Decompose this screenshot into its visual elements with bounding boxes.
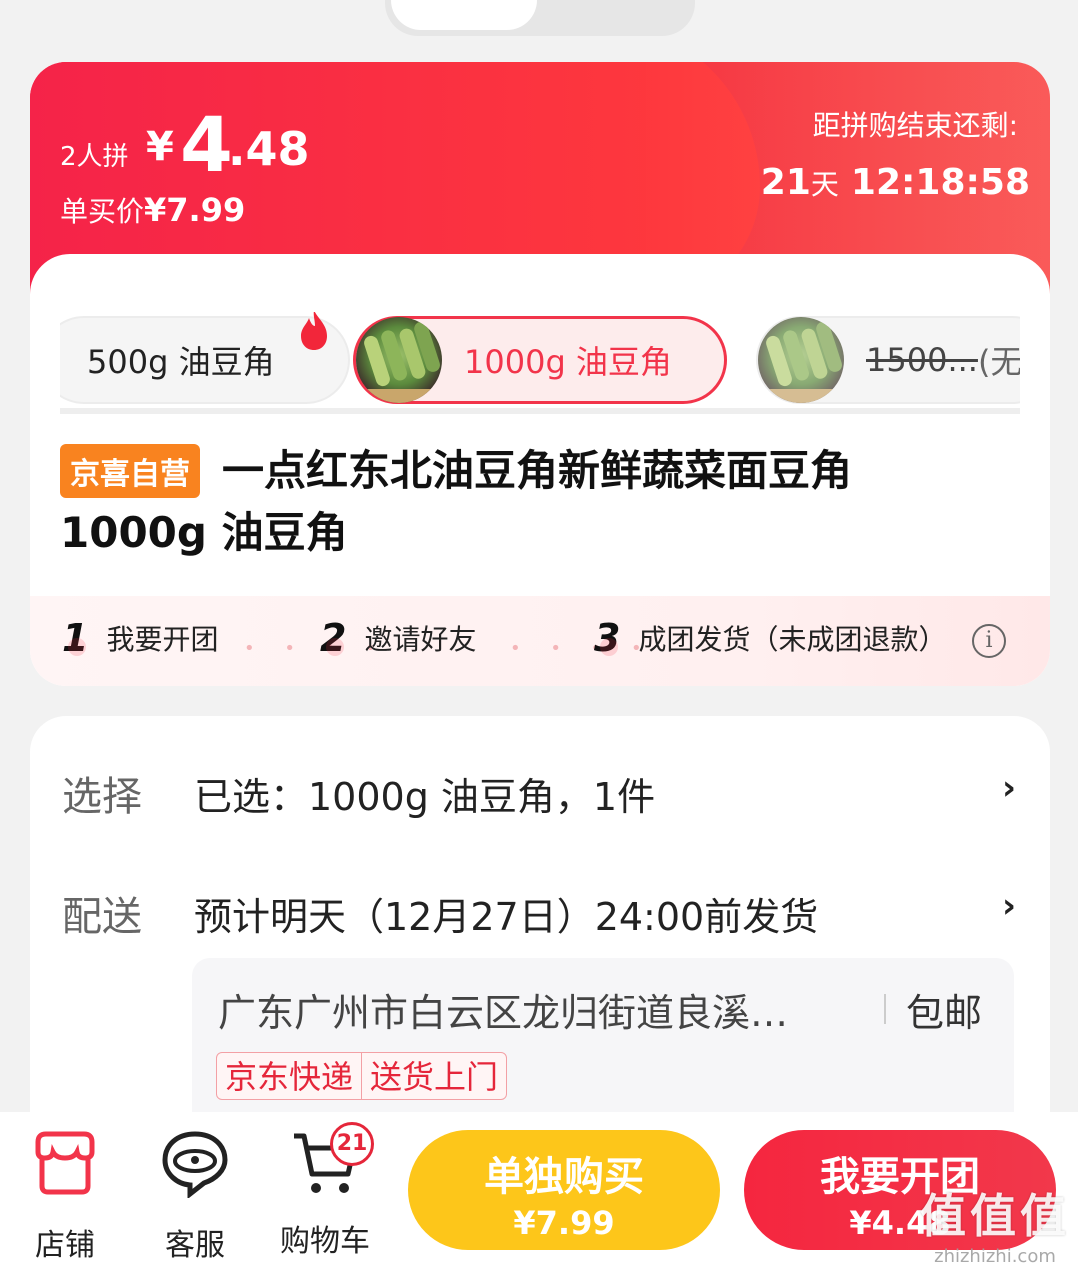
nav-cart[interactable]: 21 购物车 [270, 1122, 380, 1260]
buy-alone-button[interactable]: 单独购买 ¥7.99 [408, 1130, 720, 1250]
cart-icon-wrapper: 21 [290, 1122, 374, 1198]
shipping-tag: 京东快递 [225, 1058, 354, 1096]
delivery-address: 广东广州市白云区龙归街道良溪… [218, 991, 789, 1035]
step-text: 成团发货（未成团退款） [638, 623, 947, 656]
countdown-days: 21 [760, 162, 811, 203]
product-thumbnail [356, 317, 442, 403]
spec-scroll-track [60, 408, 1020, 414]
countdown-label: 距拼购结束还剩: [812, 109, 1018, 142]
step-3: 3 成团发货（未成团退款） [594, 616, 946, 660]
info-icon[interactable]: i [972, 624, 1006, 658]
cart-count-badge: 21 [330, 1122, 374, 1166]
countdown-time: 12:18:58 [850, 162, 1030, 203]
product-card: 2人拼 ¥ 4 .48 单买价¥7.99 距拼购结束还剩: 21天 12:18:5… [30, 62, 1050, 686]
watermark-url: zhizhizhi.com [934, 1246, 1056, 1267]
step-text: 我要开团 [106, 623, 219, 656]
tab-gallery[interactable]: 图集 [425, 0, 497, 6]
hot-flame-icon [301, 312, 327, 350]
spec-chip-1000g-selected[interactable]: 1000g 油豆角 [353, 316, 727, 404]
shipping-tag: 送货上门 [361, 1053, 506, 1099]
product-thumbnail [758, 317, 844, 403]
options-card: 选择 已选：1000g 油豆角，1件 › 配送 预计明天（12月27日）24:0… [30, 716, 1050, 1156]
step-2: 2 邀请好友 [320, 616, 476, 660]
top-tab-switcher: 图集 口碑 [385, 0, 695, 36]
product-title: 一点红东北油豆角新鲜蔬菜面豆角1000g 油豆角 [60, 446, 853, 557]
group-price-decimal: .48 [228, 122, 310, 176]
step-number: 2 [320, 616, 347, 660]
free-shipping-label: 包邮 [906, 991, 983, 1035]
group-price-integer: 4 [180, 100, 233, 189]
tab-reviews[interactable]: 口碑 [583, 0, 655, 6]
spec-chip-1500g-soldout[interactable]: 1500... (无 [756, 316, 1020, 404]
spec-chip-label: 1000g 油豆角 [464, 343, 672, 381]
watermark-logo: 值值值 [920, 1189, 1070, 1243]
delivery-label: 配送 [62, 894, 142, 940]
chevron-right-icon: › [1001, 768, 1016, 808]
single-buy-value: ¥7.99 [144, 191, 246, 229]
step-number: 3 [594, 616, 621, 660]
single-buy-label: 单买价 [60, 195, 145, 228]
step-1: 1 我要开团 [62, 616, 218, 660]
group-buy-steps: 1 我要开团 • • • • 2 邀请好友 • • • • 3 成团发货（未成团… [30, 596, 1050, 686]
spec-chip-label: 1500... [866, 341, 978, 379]
site-watermark: 值值值 zhizhizhi.com [920, 1180, 1070, 1267]
nav-label: 购物车 [280, 1224, 370, 1259]
spec-chip-label: 500g 油豆角 [87, 343, 275, 381]
bottom-action-bar: 店铺 客服 21 购物车 单独购买 ¥7.99 我要开团 ¥4.48 值值值 z… [0, 1112, 1078, 1277]
spec-selector: 500g 油豆角 1000g 油豆角 1500... (无 [60, 312, 1020, 412]
selection-label: 选择 [62, 774, 142, 820]
buy-alone-price: ¥7.99 [513, 1204, 615, 1242]
nav-label: 客服 [165, 1228, 225, 1263]
step-text: 邀请好友 [364, 623, 477, 656]
divider [884, 994, 886, 1024]
store-icon [35, 1131, 95, 1195]
delivery-value: 预计明天（12月27日）24:00前发货 [194, 895, 819, 939]
nav-customer-service[interactable]: 客服 [140, 1128, 250, 1264]
nav-store[interactable]: 店铺 [10, 1128, 120, 1264]
customer-service-icon [162, 1131, 228, 1200]
address-box[interactable]: 广东广州市白云区龙归街道良溪… 包邮 京东快递 送货上门 [192, 958, 1014, 1138]
single-buy-price: 单买价¥7.99 [60, 190, 245, 230]
shipping-tags: 京东快递 送货上门 [216, 1052, 508, 1100]
selection-value: 已选：1000g 油豆角，1件 [194, 775, 656, 819]
buy-alone-label: 单独购买 [484, 1154, 644, 1200]
currency-symbol: ¥ [146, 124, 174, 170]
group-size-label: 2人拼 [60, 142, 129, 172]
chevron-right-icon: › [1001, 886, 1016, 926]
nav-label: 店铺 [35, 1228, 95, 1263]
countdown-timer: 21天 12:18:58 [761, 162, 1030, 203]
countdown-day-unit: 天 [810, 168, 839, 201]
step-number: 1 [62, 616, 89, 660]
spec-chip-suffix: (无 [977, 343, 1020, 381]
